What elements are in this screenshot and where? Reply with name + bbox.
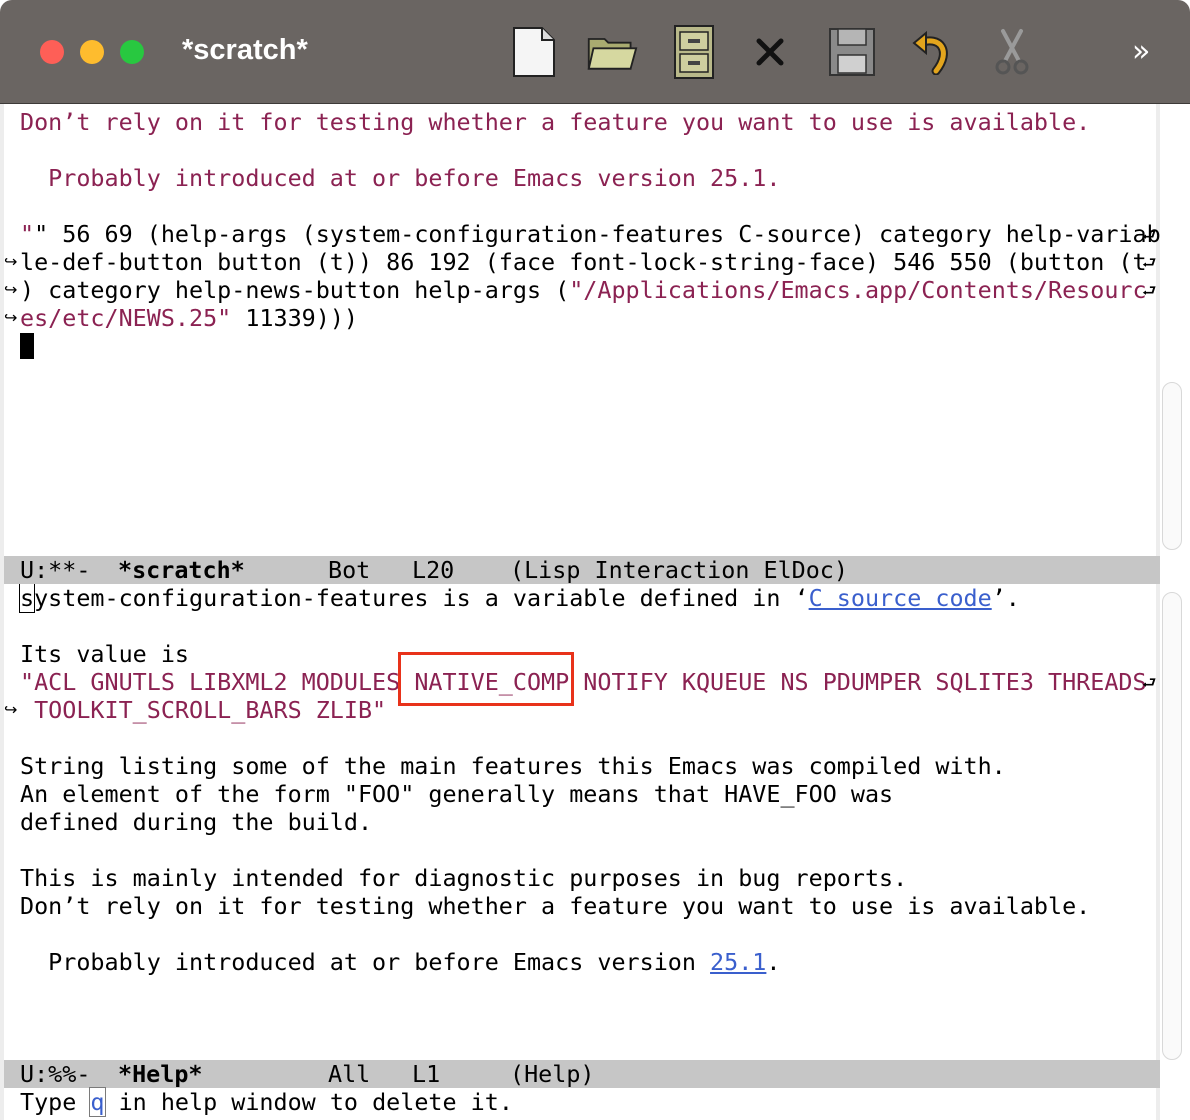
help-text: "ACL GNUTLS LIBXML2 MODULES (20, 668, 415, 696)
annotation-highlight (398, 652, 574, 706)
text-cursor (20, 333, 34, 359)
continuation-arrow-icon: ↪ (4, 700, 18, 719)
scratch-line-text: " 56 69 (help-args (system-configuration… (34, 220, 1161, 248)
quit-key-hint[interactable]: q (89, 1087, 106, 1117)
help-line: "ACL GNUTLS LIBXML2 MODULES NATIVE_COMP … (20, 668, 1147, 696)
help-line: TOOLKIT_SCROLL_BARS ZLIB" (20, 696, 387, 724)
buffer-state: U:%%- (20, 1060, 91, 1088)
help-line: Its value is (20, 640, 189, 668)
help-scrollbar[interactable] (1162, 592, 1182, 1060)
help-window[interactable]: system-configuration-features is a varia… (0, 584, 1190, 1060)
continuation-arrow-icon: ⮐ (1142, 281, 1157, 300)
continuation-arrow-icon: ⮐ (1142, 673, 1157, 692)
echo-text: in help window to delete it. (104, 1088, 513, 1116)
scratch-mode-line[interactable]: U:**- *scratch* Bot L20 (Lisp Interactio… (4, 556, 1160, 584)
scratch-line-text: ) category help-news-button help-args ( (20, 276, 570, 304)
scratch-scrollbar[interactable] (1162, 382, 1182, 550)
string-literal: es/etc/NEWS.25" (20, 304, 232, 332)
help-line: system-configuration-features is a varia… (18, 584, 1020, 613)
continuation-arrow-icon: ⮐ (1142, 225, 1157, 244)
help-line: String listing some of the main features… (20, 752, 1006, 780)
echo-text: Type (20, 1088, 91, 1116)
buffer-position: All (328, 1060, 371, 1088)
continuation-arrow-icon: ↪ (4, 252, 18, 271)
scratch-line: le-def-button button (t)) 86 192 (face f… (20, 248, 1147, 276)
help-text: NOTIFY KQUEUE NS PDUMPER SQLITE3 THREADS (569, 668, 1147, 696)
help-mode-line[interactable]: U:%%- *Help* All L1 (Help) (4, 1060, 1160, 1088)
scratch-window[interactable]: Don’t rely on it for testing whether a f… (0, 0, 1190, 556)
buffer-position: Bot (328, 556, 371, 584)
major-mode[interactable]: (Help) (510, 1060, 595, 1088)
scratch-line: es/etc/NEWS.25" 11339))) (20, 304, 358, 332)
buffer-name[interactable]: *Help* (118, 1060, 203, 1088)
help-line: An element of the form "FOO" generally m… (20, 780, 894, 808)
line-number: L1 (412, 1060, 441, 1088)
scratch-line-text: 11339))) (231, 304, 358, 332)
help-line: This is mainly intended for diagnostic p… (20, 864, 908, 892)
line-number: L20 (412, 556, 455, 584)
version-link[interactable]: 25.1 (710, 948, 766, 976)
help-line: Don’t rely on it for testing whether a f… (20, 892, 1091, 920)
scratch-line: "" 56 69 (help-args (system-configuratio… (20, 220, 1161, 248)
major-mode[interactable]: (Lisp Interaction ElDoc) (510, 556, 848, 584)
help-text: . (766, 948, 781, 976)
string-literal: "/Applications/Emacs.app/Contents/Resour… (569, 276, 1147, 304)
scratch-line: Probably introduced at or before Emacs v… (20, 164, 781, 192)
echo-area: Type q in help window to delete it. (20, 1087, 513, 1117)
continuation-arrow-icon: ↪ (4, 308, 18, 327)
c-source-code-link[interactable]: C source code (809, 584, 992, 612)
continuation-arrow-icon: ⮐ (1142, 253, 1157, 272)
scratch-line: ) category help-news-button help-args ("… (20, 276, 1147, 304)
help-line: Probably introduced at or before Emacs v… (20, 948, 780, 976)
buffer-name[interactable]: *scratch* (118, 556, 245, 584)
help-text: ystem-configuration-features is a variab… (34, 584, 809, 612)
help-cursor: s (18, 584, 36, 613)
emacs-window: *scratch* » Don’t rely on it for testing… (0, 0, 1190, 1120)
help-line: defined during the build. (20, 808, 373, 836)
continuation-arrow-icon: ↪ (4, 280, 18, 299)
help-text: ’. (991, 584, 1020, 612)
help-text: Probably introduced at or before Emacs v… (20, 948, 711, 976)
scratch-line: Don’t rely on it for testing whether a f… (20, 108, 1091, 136)
buffer-state: U:**- (20, 556, 91, 584)
